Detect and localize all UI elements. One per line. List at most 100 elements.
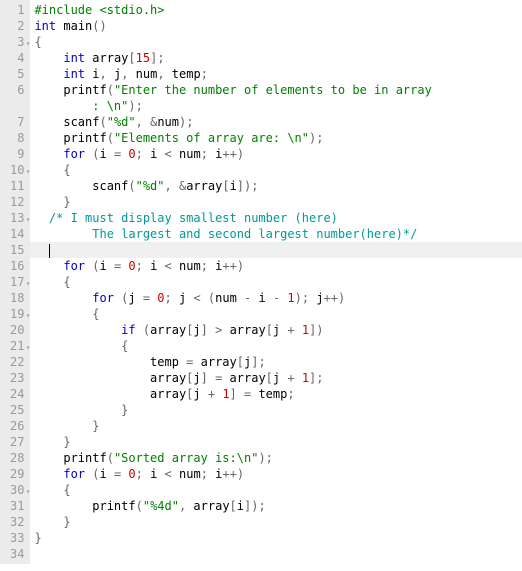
code-line[interactable]: { xyxy=(30,34,522,50)
fold-toggle-icon[interactable]: ▾ xyxy=(26,36,31,52)
token-id: printf xyxy=(34,83,106,97)
line-number-gutter[interactable]: 123▾45678910▾111213▾14151617▾1819▾2021▾2… xyxy=(0,0,30,564)
line-number[interactable]: 2 xyxy=(10,18,24,34)
line-number[interactable]: 6 xyxy=(10,82,24,98)
line-number[interactable]: 20 xyxy=(10,322,24,338)
line-number[interactable]: 12 xyxy=(10,194,24,210)
code-line[interactable]: The largest and second largest number(he… xyxy=(30,226,522,242)
code-line[interactable]: } xyxy=(30,418,522,434)
code-line[interactable]: #include <stdio.h> xyxy=(30,2,522,18)
line-number[interactable]: 1 xyxy=(10,2,24,18)
fold-toggle-icon[interactable]: ▾ xyxy=(26,340,31,356)
token-op: ); xyxy=(258,451,272,465)
line-number[interactable]: 31 xyxy=(10,498,24,514)
line-number[interactable]: 7 xyxy=(10,114,24,130)
code-line[interactable]: { xyxy=(30,274,522,290)
line-number[interactable]: 9 xyxy=(10,146,24,162)
token-kw: for xyxy=(63,259,85,273)
fold-toggle-icon[interactable]: ▾ xyxy=(26,276,31,292)
token-op: } xyxy=(34,419,99,433)
token-id: array xyxy=(150,323,186,337)
line-number[interactable]: 32 xyxy=(10,514,24,530)
line-number[interactable]: 15 xyxy=(10,242,24,258)
code-line[interactable]: int array[15]; xyxy=(30,50,522,66)
code-line[interactable]: { xyxy=(30,162,522,178)
token-id: temp xyxy=(258,387,287,401)
line-number[interactable]: 14 xyxy=(10,226,24,242)
code-line[interactable]: for (i = 0; i < num; i++) xyxy=(30,258,522,274)
line-number[interactable]: 17▾ xyxy=(10,274,24,290)
line-number[interactable]: 18 xyxy=(10,290,24,306)
code-line[interactable]: { xyxy=(30,306,522,322)
code-line[interactable]: printf("Enter the number of elements to … xyxy=(30,82,522,98)
line-number[interactable]: 5 xyxy=(10,66,24,82)
token-op: = xyxy=(186,355,200,369)
token-pp: #include xyxy=(34,3,99,17)
code-line[interactable]: } xyxy=(30,194,522,210)
token-op: ]) xyxy=(309,323,323,337)
token-num: 0 xyxy=(128,467,135,481)
code-line[interactable]: } xyxy=(30,434,522,450)
line-number[interactable]: 23 xyxy=(10,370,24,386)
code-line[interactable]: for (j = 0; j < (num - i - 1); j++) xyxy=(30,290,522,306)
code-line[interactable]: for (i = 0; i < num; i++) xyxy=(30,146,522,162)
line-number[interactable]: 29 xyxy=(10,466,24,482)
token-op: ( xyxy=(85,467,99,481)
line-number[interactable]: 24 xyxy=(10,386,24,402)
line-number[interactable]: 13▾ xyxy=(10,210,24,226)
code-line[interactable]: array[j] = array[j + 1]; xyxy=(30,370,522,386)
code-line[interactable]: scanf("%d", &array[i]); xyxy=(30,178,522,194)
token-op: [ xyxy=(222,179,229,193)
fold-toggle-icon[interactable]: ▾ xyxy=(26,484,31,500)
token-op: = xyxy=(143,291,157,305)
line-number[interactable]: 19▾ xyxy=(10,306,24,322)
fold-toggle-icon[interactable]: ▾ xyxy=(26,212,31,228)
code-line[interactable]: printf("Elements of array are: \n"); xyxy=(30,130,522,146)
code-line[interactable]: printf("Sorted array is:\n"); xyxy=(30,450,522,466)
code-line[interactable]: if (array[j] > array[j + 1]) xyxy=(30,322,522,338)
code-line[interactable]: /* I must display smallest number (here) xyxy=(30,210,522,226)
line-number[interactable]: 30▾ xyxy=(10,482,24,498)
code-line[interactable]: { xyxy=(30,338,522,354)
line-number[interactable]: 22 xyxy=(10,354,24,370)
line-number[interactable]: 21▾ xyxy=(10,338,24,354)
code-line[interactable]: array[j + 1] = temp; xyxy=(30,386,522,402)
token-op: ++) xyxy=(222,259,244,273)
token-op: + xyxy=(287,323,301,337)
line-number[interactable]: 4 xyxy=(10,50,24,66)
code-area[interactable]: #include <stdio.h>int main(){ int array[… xyxy=(30,0,522,564)
code-line[interactable]: } xyxy=(30,402,522,418)
line-number[interactable]: 8 xyxy=(10,130,24,146)
code-line[interactable]: int i, j, num, temp; xyxy=(30,66,522,82)
token-op: = xyxy=(114,147,128,161)
line-number[interactable]: 33 xyxy=(10,530,24,546)
line-number[interactable]: 11 xyxy=(10,178,24,194)
code-line[interactable]: temp = array[j]; xyxy=(30,354,522,370)
line-number[interactable]: 16 xyxy=(10,258,24,274)
token-op: , xyxy=(157,67,171,81)
code-line[interactable]: int main() xyxy=(30,18,522,34)
code-line[interactable]: : \n"); xyxy=(30,98,522,114)
code-line[interactable]: { xyxy=(30,482,522,498)
line-number[interactable]: 25 xyxy=(10,402,24,418)
token-op: ); xyxy=(128,99,142,113)
code-line[interactable]: printf("%4d", array[i]); xyxy=(30,498,522,514)
token-op: , xyxy=(179,499,193,513)
line-number[interactable] xyxy=(10,98,24,114)
fold-toggle-icon[interactable]: ▾ xyxy=(26,308,31,324)
code-line[interactable]: for (i = 0; i < num; i++) xyxy=(30,466,522,482)
line-number[interactable]: 10▾ xyxy=(10,162,24,178)
line-number[interactable]: 27 xyxy=(10,434,24,450)
fold-toggle-icon[interactable]: ▾ xyxy=(26,164,31,180)
code-line[interactable]: } xyxy=(30,530,522,546)
line-number[interactable]: 3▾ xyxy=(10,34,24,50)
code-line[interactable]: } xyxy=(30,514,522,530)
token-id: j xyxy=(179,291,193,305)
code-line[interactable] xyxy=(30,242,522,258)
line-number[interactable]: 28 xyxy=(10,450,24,466)
line-number[interactable]: 26 xyxy=(10,418,24,434)
code-line[interactable] xyxy=(30,546,522,562)
line-number[interactable]: 34 xyxy=(10,546,24,562)
token-op: { xyxy=(34,35,41,49)
code-line[interactable]: scanf("%d", &num); xyxy=(30,114,522,130)
